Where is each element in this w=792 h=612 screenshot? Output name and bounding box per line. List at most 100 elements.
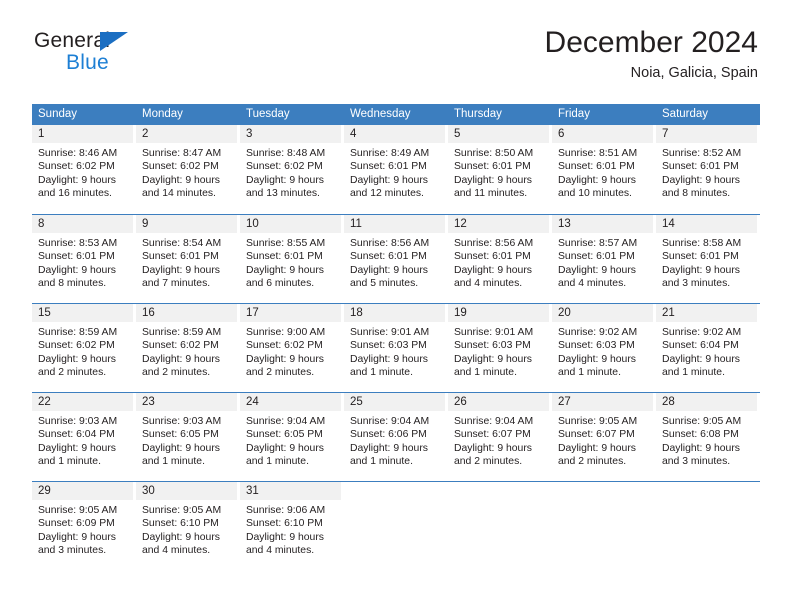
day-details: Sunrise: 8:54 AM Sunset: 6:01 PM Dayligh… (136, 233, 237, 290)
day-cell[interactable]: 22 Sunrise: 9:03 AM Sunset: 6:04 PM Dayl… (32, 393, 136, 481)
daylight-text-line1: Daylight: 9 hours (350, 264, 428, 276)
daylight-text-line1: Daylight: 9 hours (454, 442, 532, 454)
day-number: 7 (656, 125, 757, 143)
sunrise-text: Sunrise: 9:05 AM (38, 505, 118, 516)
day-cell[interactable]: 5 Sunrise: 8:50 AM Sunset: 6:01 PM Dayli… (448, 125, 552, 214)
day-number: 17 (240, 304, 341, 322)
daylight-text-line1: Daylight: 9 hours (662, 264, 740, 276)
day-details: Sunrise: 8:57 AM Sunset: 6:01 PM Dayligh… (552, 233, 653, 290)
day-cell[interactable]: 12 Sunrise: 8:56 AM Sunset: 6:01 PM Dayl… (448, 215, 552, 303)
day-number: 15 (32, 304, 133, 322)
page-header: General Blue December 2024 Noia, Galicia… (34, 26, 758, 98)
day-cell[interactable]: 2 Sunrise: 8:47 AM Sunset: 6:02 PM Dayli… (136, 125, 240, 214)
daylight-text-line2: and 16 minutes. (38, 187, 112, 199)
sunset-text: Sunset: 6:02 PM (246, 340, 323, 352)
daylight-text-line2: and 5 minutes. (350, 277, 419, 289)
day-details: Sunrise: 8:52 AM Sunset: 6:01 PM Dayligh… (656, 143, 757, 200)
day-cell[interactable]: 15 Sunrise: 8:59 AM Sunset: 6:02 PM Dayl… (32, 304, 136, 392)
sunset-text: Sunset: 6:01 PM (142, 251, 219, 263)
day-cell[interactable]: 26 Sunrise: 9:04 AM Sunset: 6:07 PM Dayl… (448, 393, 552, 481)
week-row: 22 Sunrise: 9:03 AM Sunset: 6:04 PM Dayl… (32, 392, 760, 481)
day-number (656, 482, 757, 500)
day-cell[interactable]: 21 Sunrise: 9:02 AM Sunset: 6:04 PM Dayl… (656, 304, 760, 392)
day-number (344, 482, 445, 500)
day-details: Sunrise: 8:47 AM Sunset: 6:02 PM Dayligh… (136, 143, 237, 200)
daylight-text-line2: and 1 minute. (350, 366, 413, 378)
day-details: Sunrise: 8:53 AM Sunset: 6:01 PM Dayligh… (32, 233, 133, 290)
weekday-header-saturday: Saturday (662, 108, 709, 120)
day-cell[interactable]: 18 Sunrise: 9:01 AM Sunset: 6:03 PM Dayl… (344, 304, 448, 392)
day-number: 26 (448, 393, 549, 411)
day-cell[interactable]: 27 Sunrise: 9:05 AM Sunset: 6:07 PM Dayl… (552, 393, 656, 481)
day-cell[interactable]: 19 Sunrise: 9:01 AM Sunset: 6:03 PM Dayl… (448, 304, 552, 392)
sunset-text: Sunset: 6:02 PM (246, 161, 323, 173)
sunset-text: Sunset: 6:01 PM (558, 161, 635, 173)
sunset-text: Sunset: 6:02 PM (142, 161, 219, 173)
daylight-text-line1: Daylight: 9 hours (558, 353, 636, 365)
day-number: 31 (240, 482, 341, 500)
day-details: Sunrise: 9:05 AM Sunset: 6:09 PM Dayligh… (32, 500, 133, 557)
day-details: Sunrise: 9:03 AM Sunset: 6:04 PM Dayligh… (32, 411, 133, 468)
day-cell[interactable]: 20 Sunrise: 9:02 AM Sunset: 6:03 PM Dayl… (552, 304, 656, 392)
day-cell[interactable]: 14 Sunrise: 8:58 AM Sunset: 6:01 PM Dayl… (656, 215, 760, 303)
weekday-header-friday: Friday (558, 108, 590, 120)
daylight-text-line2: and 2 minutes. (246, 366, 315, 378)
day-cell[interactable]: 16 Sunrise: 8:59 AM Sunset: 6:02 PM Dayl… (136, 304, 240, 392)
day-cell[interactable]: 10 Sunrise: 8:55 AM Sunset: 6:01 PM Dayl… (240, 215, 344, 303)
day-details: Sunrise: 9:05 AM Sunset: 6:07 PM Dayligh… (552, 411, 653, 468)
day-details: Sunrise: 8:55 AM Sunset: 6:01 PM Dayligh… (240, 233, 341, 290)
weekday-header-thursday: Thursday (454, 108, 502, 120)
day-cell[interactable]: 9 Sunrise: 8:54 AM Sunset: 6:01 PM Dayli… (136, 215, 240, 303)
daylight-text-line1: Daylight: 9 hours (454, 174, 532, 186)
sunrise-text: Sunrise: 8:59 AM (142, 327, 222, 338)
sunset-text: Sunset: 6:01 PM (38, 251, 115, 263)
day-details: Sunrise: 8:56 AM Sunset: 6:01 PM Dayligh… (448, 233, 549, 290)
day-number: 6 (552, 125, 653, 143)
day-number: 4 (344, 125, 445, 143)
day-details: Sunrise: 8:59 AM Sunset: 6:02 PM Dayligh… (32, 322, 133, 379)
title-block: December 2024 Noia, Galicia, Spain (545, 26, 758, 82)
day-cell[interactable]: 13 Sunrise: 8:57 AM Sunset: 6:01 PM Dayl… (552, 215, 656, 303)
week-row: 8 Sunrise: 8:53 AM Sunset: 6:01 PM Dayli… (32, 214, 760, 303)
day-details: Sunrise: 9:02 AM Sunset: 6:03 PM Dayligh… (552, 322, 653, 379)
daylight-text-line1: Daylight: 9 hours (662, 174, 740, 186)
day-number: 11 (344, 215, 445, 233)
daylight-text-line2: and 3 minutes. (38, 544, 107, 556)
day-details: Sunrise: 9:03 AM Sunset: 6:05 PM Dayligh… (136, 411, 237, 468)
day-details: Sunrise: 9:04 AM Sunset: 6:07 PM Dayligh… (448, 411, 549, 468)
day-cell[interactable]: 25 Sunrise: 9:04 AM Sunset: 6:06 PM Dayl… (344, 393, 448, 481)
day-cell[interactable]: 30 Sunrise: 9:05 AM Sunset: 6:10 PM Dayl… (136, 482, 240, 570)
daylight-text-line2: and 4 minutes. (142, 544, 211, 556)
sunrise-text: Sunrise: 8:56 AM (454, 238, 534, 249)
day-details: Sunrise: 8:46 AM Sunset: 6:02 PM Dayligh… (32, 143, 133, 200)
day-cell[interactable]: 23 Sunrise: 9:03 AM Sunset: 6:05 PM Dayl… (136, 393, 240, 481)
logo-text-blue: Blue (66, 51, 109, 74)
sunset-text: Sunset: 6:01 PM (662, 251, 739, 263)
day-cell[interactable]: 24 Sunrise: 9:04 AM Sunset: 6:05 PM Dayl… (240, 393, 344, 481)
daylight-text-line2: and 2 minutes. (38, 366, 107, 378)
day-number: 20 (552, 304, 653, 322)
day-cell[interactable]: 11 Sunrise: 8:56 AM Sunset: 6:01 PM Dayl… (344, 215, 448, 303)
day-number: 14 (656, 215, 757, 233)
general-blue-logo[interactable]: General Blue (34, 30, 234, 88)
daylight-text-line2: and 1 minute. (454, 366, 517, 378)
day-cell-empty (344, 482, 448, 570)
day-details: Sunrise: 8:50 AM Sunset: 6:01 PM Dayligh… (448, 143, 549, 200)
sunrise-text: Sunrise: 9:04 AM (246, 416, 326, 427)
day-cell[interactable]: 4 Sunrise: 8:49 AM Sunset: 6:01 PM Dayli… (344, 125, 448, 214)
daylight-text-line1: Daylight: 9 hours (350, 442, 428, 454)
day-cell[interactable]: 7 Sunrise: 8:52 AM Sunset: 6:01 PM Dayli… (656, 125, 760, 214)
day-cell-empty (552, 482, 656, 570)
day-cell[interactable]: 28 Sunrise: 9:05 AM Sunset: 6:08 PM Dayl… (656, 393, 760, 481)
day-cell[interactable]: 1 Sunrise: 8:46 AM Sunset: 6:02 PM Dayli… (32, 125, 136, 214)
day-cell[interactable]: 31 Sunrise: 9:06 AM Sunset: 6:10 PM Dayl… (240, 482, 344, 570)
day-cell[interactable]: 17 Sunrise: 9:00 AM Sunset: 6:02 PM Dayl… (240, 304, 344, 392)
sunrise-text: Sunrise: 8:48 AM (246, 148, 326, 159)
day-cell[interactable]: 29 Sunrise: 9:05 AM Sunset: 6:09 PM Dayl… (32, 482, 136, 570)
daylight-text-line2: and 14 minutes. (142, 187, 216, 199)
sunrise-text: Sunrise: 9:04 AM (454, 416, 534, 427)
day-cell[interactable]: 8 Sunrise: 8:53 AM Sunset: 6:01 PM Dayli… (32, 215, 136, 303)
day-cell[interactable]: 6 Sunrise: 8:51 AM Sunset: 6:01 PM Dayli… (552, 125, 656, 214)
day-cell[interactable]: 3 Sunrise: 8:48 AM Sunset: 6:02 PM Dayli… (240, 125, 344, 214)
sunset-text: Sunset: 6:01 PM (246, 251, 323, 263)
